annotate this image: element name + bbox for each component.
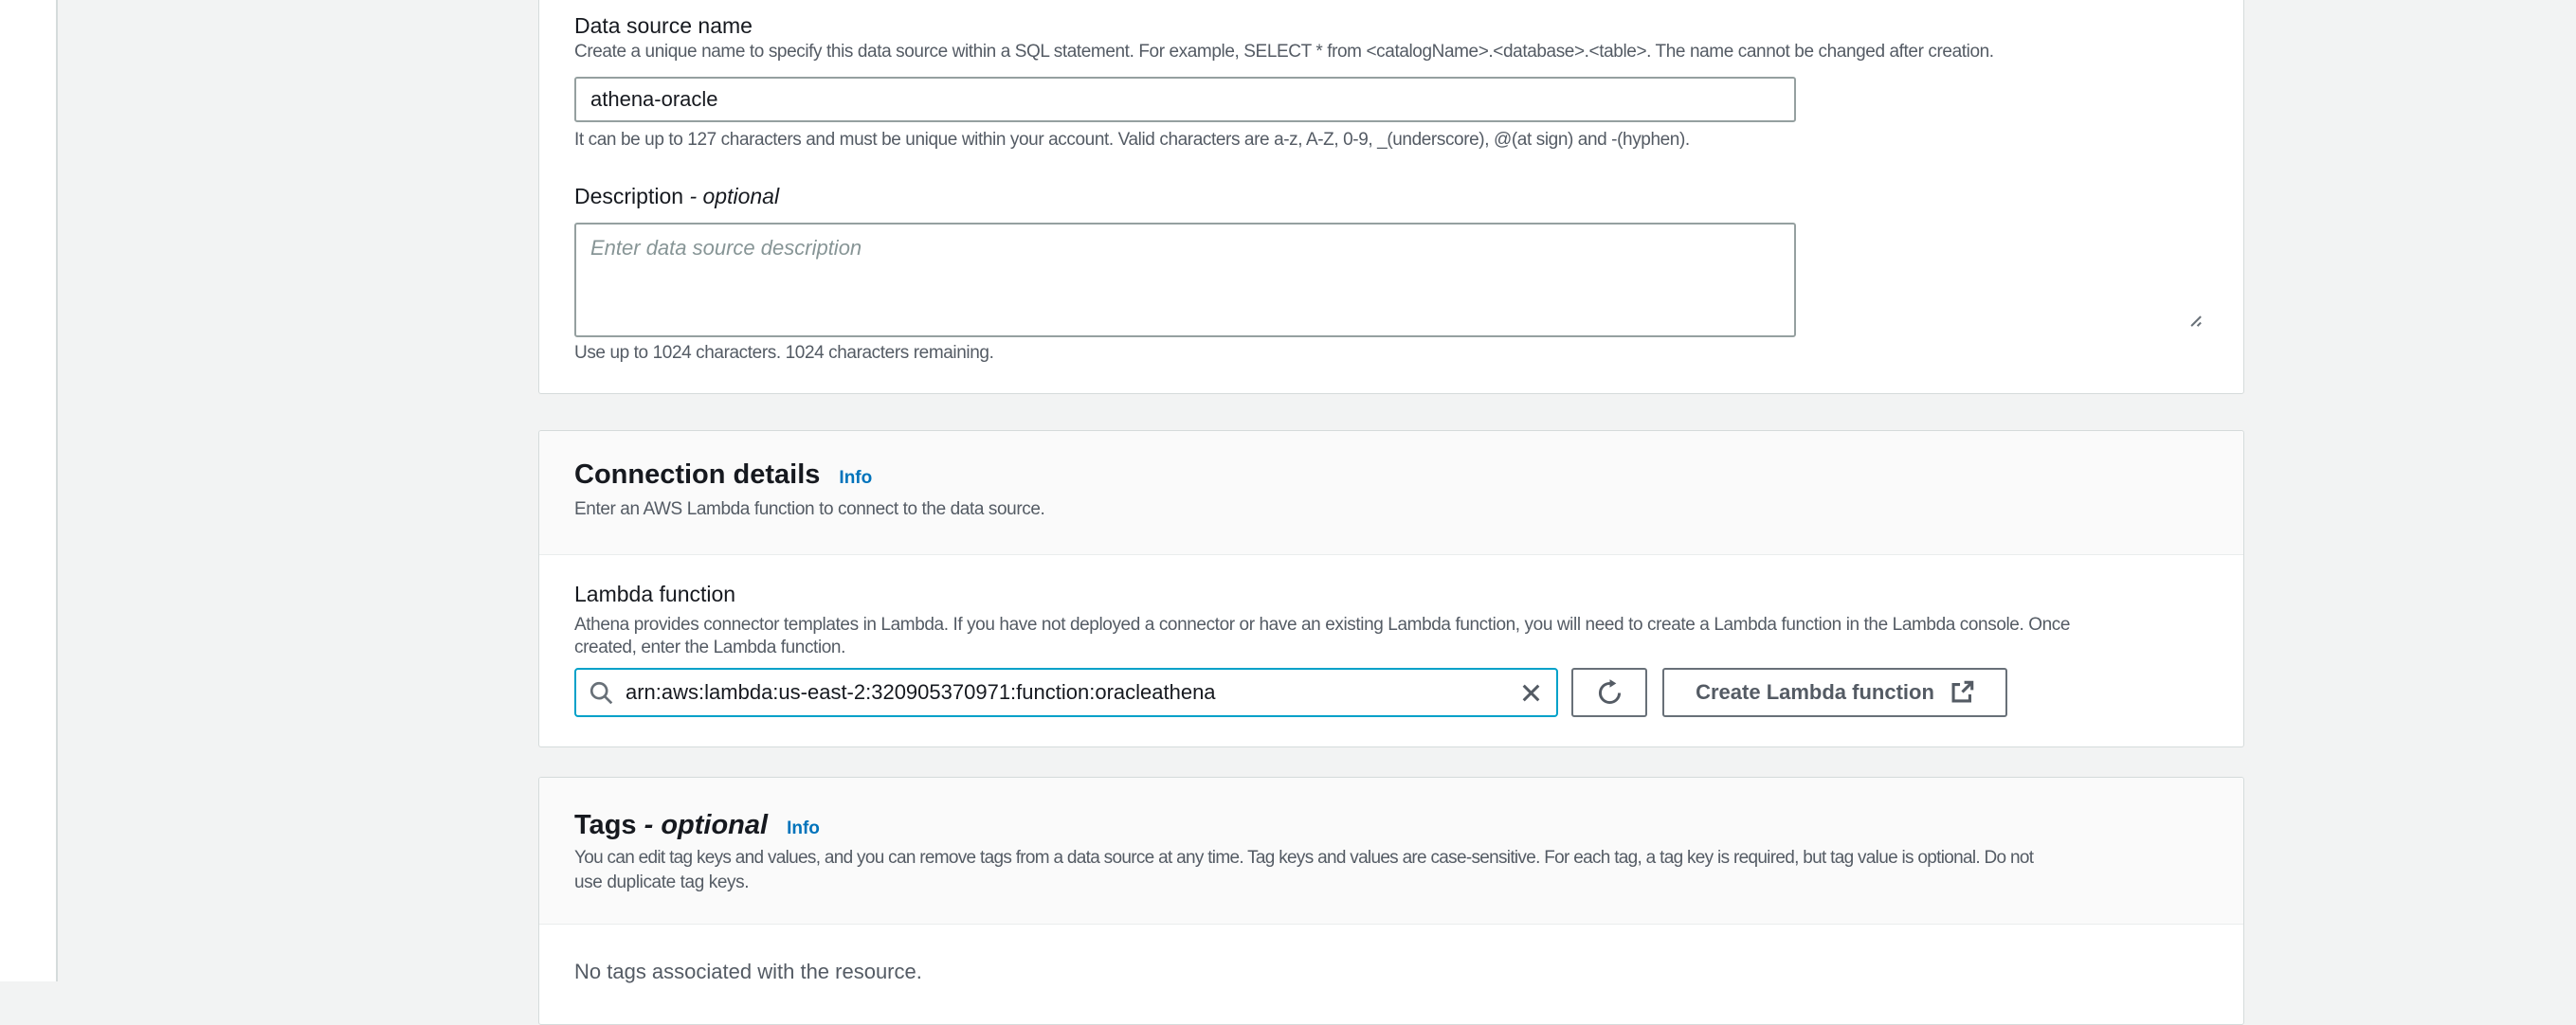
data-source-name-description: Create a unique name to specify this dat… — [574, 42, 1994, 62]
data-source-name-label: Data source name — [574, 13, 753, 38]
data-source-name-input[interactable] — [574, 77, 1796, 122]
left-rail — [0, 0, 58, 981]
description-label-optional: - optional — [689, 184, 780, 208]
data-source-name-hint: It can be up to 127 characters and must … — [574, 130, 1690, 150]
connection-details-header — [539, 431, 2243, 555]
lambda-arn-value: arn:aws:lambda:us-east-2:320905370971:fu… — [626, 680, 1216, 704]
connection-details-card: Connection details Info Enter an AWS Lam… — [538, 430, 2244, 747]
resize-corner-icon[interactable] — [2185, 310, 2204, 329]
search-icon — [589, 680, 614, 706]
lambda-function-description-line1: Athena provides connector templates in L… — [574, 615, 2071, 635]
refresh-icon — [1595, 678, 1624, 708]
tags-title: Tags - optional — [574, 808, 768, 842]
create-lambda-function-button[interactable]: Create Lambda function — [1662, 668, 2007, 717]
tags-description-line1: You can edit tag keys and values, and yo… — [574, 848, 2034, 868]
data-source-card: Data source name Create a unique name to… — [538, 0, 2244, 394]
external-link-icon — [1950, 680, 1974, 705]
lambda-function-search-field[interactable]: arn:aws:lambda:us-east-2:320905370971:fu… — [574, 668, 1558, 717]
tags-title-optional: - optional — [644, 810, 769, 840]
create-lambda-function-label: Create Lambda function — [1696, 680, 1934, 704]
connection-details-title: Connection details — [574, 459, 821, 490]
description-hint: Use up to 1024 characters. 1024 characte… — [574, 343, 994, 363]
description-label-text: Description — [574, 184, 684, 208]
tags-title-text: Tags — [574, 810, 637, 840]
description-label: Description - optional — [574, 183, 779, 209]
description-textarea[interactable] — [574, 223, 1796, 337]
connection-details-info-link[interactable]: Info — [839, 468, 872, 489]
tags-description-line2: use duplicate tag keys. — [574, 872, 750, 892]
close-icon — [1519, 681, 1543, 705]
lambda-function-description-line2: created, enter the Lambda function. — [574, 638, 845, 657]
refresh-button[interactable] — [1571, 668, 1647, 717]
no-tags-message: No tags associated with the resource. — [574, 960, 922, 983]
connection-details-description: Enter an AWS Lambda function to connect … — [574, 499, 1045, 519]
clear-search-button[interactable] — [1516, 678, 1545, 707]
tags-card: Tags - optional Info You can edit tag ke… — [538, 777, 2244, 1025]
lambda-function-label: Lambda function — [574, 582, 736, 606]
tags-info-link[interactable]: Info — [787, 818, 820, 839]
